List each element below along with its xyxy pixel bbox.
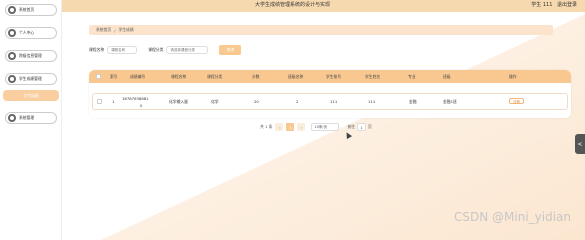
sidebar-item-label: 系统管理 [19, 115, 35, 120]
column-header: 操作 [509, 74, 517, 79]
cell-course-name: 化学输入量 [169, 99, 188, 104]
sidebar-item-label: 系统首页 [19, 7, 35, 12]
cell-major: 金融 [409, 99, 417, 104]
pager-next-button[interactable]: > [297, 123, 306, 131]
sidebar-item-dept[interactable]: 院级信息管理 [5, 50, 57, 62]
user-name: 学生 111 [531, 2, 553, 8]
course-type-select[interactable] [166, 46, 209, 54]
building-icon [8, 52, 16, 60]
column-header: 索引 [110, 74, 118, 79]
column-header: 班级 [443, 74, 451, 79]
column-header: 课程名称 [171, 74, 187, 79]
pager-goto-label: 前往 [347, 124, 356, 129]
course-name-input[interactable] [107, 46, 138, 54]
pager-jump-input[interactable]: 1 [357, 123, 367, 131]
sidebar: 系统首页 个人中心 院级信息管理 学生成绩管理 学生成绩 系统管理 [0, 0, 62, 240]
course-type-label: 课程分类 [148, 47, 164, 52]
sidebar-item-profile[interactable]: 个人中心 [5, 27, 57, 39]
grades-table: 索引 成绩编号 课程名称 课程分类 分数 班级名称 学生账号 学生姓名 专业 班… [89, 70, 571, 118]
home-icon [8, 6, 16, 14]
detail-button[interactable]: 详情 [509, 98, 524, 104]
breadcrumb-current: 学生成绩 [118, 27, 134, 32]
column-header: 课程分类 [207, 74, 223, 79]
grades-icon [8, 75, 16, 83]
pager-total: 共 1 条 [260, 124, 273, 129]
gear-icon [8, 114, 16, 122]
sidebar-item-grades[interactable]: 学生成绩管理 [5, 73, 57, 85]
column-header: 分数 [252, 74, 260, 79]
pager-size-select[interactable]: 10条/页 [311, 123, 340, 131]
user-info: 学生 111 退出登录 [528, 1, 577, 8]
table-row: 1 16787638681 0 化学输入量 化学 20 2 111 111 金融… [92, 93, 568, 110]
cell-grade-no: 16787638681 [122, 96, 149, 101]
breadcrumb-home[interactable]: 系统首页 [96, 27, 111, 33]
collapse-tab[interactable]: < [575, 134, 585, 154]
cell-account: 111 [330, 99, 338, 104]
pager-prev-button[interactable]: < [275, 123, 284, 131]
app-title: 大学生成绩管理系统的设计与实现 [254, 2, 330, 8]
search-row: 课程名称 课程分类 查询 [89, 45, 242, 55]
course-name-label: 课程名称 [89, 47, 105, 52]
sidebar-item-system[interactable]: 系统管理 [5, 112, 57, 124]
sidebar-item-label: 学生成绩管理 [19, 76, 42, 81]
cell-class-name: 2 [296, 99, 299, 104]
breadcrumb-separator: / [114, 27, 116, 33]
table-header: 索引 成绩编号 课程名称 课程分类 分数 班级名称 学生账号 学生姓名 专业 班… [89, 70, 571, 83]
breadcrumb: 系统首页 / 学生成绩 [89, 25, 553, 35]
main-content: 系统首页 / 学生成绩 课程名称 课程分类 查询 索引 成绩编号 课程名称 课程… [62, 12, 585, 240]
column-header: 专业 [408, 74, 416, 79]
column-header: 学生姓名 [365, 74, 381, 79]
watermark: CSDN @Mini_yidian [454, 210, 571, 224]
user-icon [8, 29, 16, 37]
logout-link[interactable]: 退出登录 [557, 2, 577, 8]
cell-index: 1 [112, 99, 115, 104]
column-header: 班级名称 [288, 74, 304, 79]
pager-page-unit: 页 [368, 124, 372, 129]
pager-page-1[interactable]: 1 [286, 123, 295, 131]
column-header: 学生账号 [326, 74, 342, 79]
pagination: 共 1 条 < 1 > 10条/页 前往 1 页 [260, 123, 372, 131]
mouse-cursor-icon [343, 130, 353, 140]
search-button[interactable]: 查询 [219, 45, 242, 55]
cell-course-type: 化学 [211, 99, 219, 104]
column-header: 成绩编号 [130, 74, 146, 79]
cell-class: 金融1班 [443, 99, 457, 104]
sidebar-item-label: 院级信息管理 [19, 53, 42, 58]
sidebar-item-home[interactable]: 系统首页 [5, 4, 57, 16]
cell-student: 111 [368, 99, 376, 104]
cell-grade-no-cont: 0 [140, 103, 143, 108]
sidebar-item-label: 个人中心 [19, 30, 35, 35]
top-bar: 大学生成绩管理系统的设计与实现 学生 111 退出登录 [0, 0, 585, 12]
row-checkbox[interactable] [97, 99, 102, 104]
cell-score: 20 [254, 99, 259, 104]
sidebar-subitem-student-grades[interactable]: 学生成绩 [3, 90, 59, 101]
select-all-checkbox[interactable] [96, 74, 101, 79]
